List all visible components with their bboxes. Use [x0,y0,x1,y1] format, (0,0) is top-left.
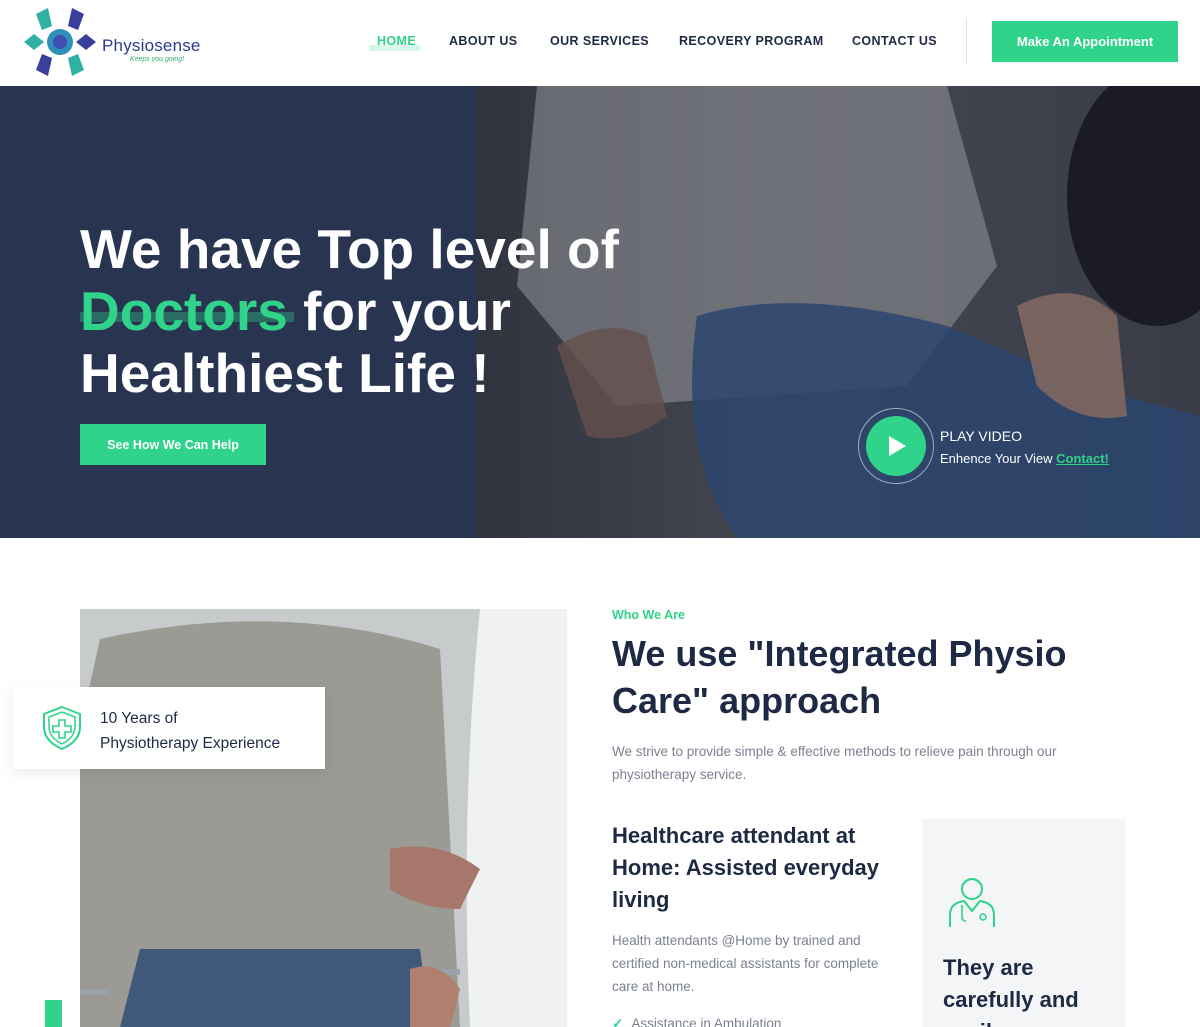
about-title: We use "Integrated Physio Care" approach [612,633,1067,721]
experience-text: 10 Years of Physiotherapy Experience [100,706,320,756]
hero-title-accent: Doctors [80,280,288,342]
logo-mark-icon [24,8,96,76]
nav-item-home[interactable]: HOME [377,34,416,48]
play-video-subtitle: Enhence Your View Contact! [940,451,1109,466]
nav-item-recovery-program[interactable]: RECOVERY PROGRAM [679,34,824,48]
make-appointment-button[interactable]: Make An Appointment [992,21,1178,62]
logo-name: Physiosense [102,36,201,55]
who-we-are-label: Who We Are [612,608,685,622]
feature-card: They are carefully and easily manage [922,819,1125,1027]
about-description: We strive to provide simple & effective … [612,744,1057,782]
nav-divider [966,18,967,64]
shield-plus-icon [43,705,81,751]
nav-item-our-services[interactable]: OUR SERVICES [550,34,649,48]
contact-link[interactable]: Contact! [1056,451,1109,466]
play-icon [889,436,906,456]
check-icon: ✓ [612,1016,624,1027]
decorative-green-bar [45,1000,62,1027]
nav-item-contact-us[interactable]: CONTACT US [852,34,937,48]
hero-title-line1: We have Top level of [80,218,619,280]
site-header: Physiosense Keeps you going! HOME ABOUT … [0,0,1200,86]
experience-card: 10 Years of Physiotherapy Experience [13,687,325,769]
nav-item-about-us[interactable]: ABOUT US [449,34,517,48]
healthcare-list-item-text: Assistance in Ambulation [631,1016,782,1027]
doctor-icon [949,878,995,927]
about-photo-illustration [80,609,567,1027]
play-video-subtitle-text: Enhence Your View [940,451,1057,466]
feature-card-text: They are carefully and easily manage [943,955,1093,1027]
play-video-button[interactable] [866,416,926,476]
experience-line2: Physiotherapy Experience [100,735,281,752]
healthcare-list-item: ✓ Assistance in Ambulation [612,1016,781,1027]
healthcare-description: Health attendants @Home by trained and c… [612,933,879,994]
hero-section: We have Top level of Doctors for your He… [0,86,1200,538]
see-how-we-can-help-button[interactable]: See How We Can Help [80,424,266,465]
hero-title-line2: for your [287,280,511,342]
play-video-label: PLAY VIDEO [940,428,1022,444]
logo-tagline: Keeps you going! [130,56,185,63]
site-logo[interactable]: Physiosense Keeps you going! [22,4,200,80]
about-image [80,609,567,1027]
experience-line1: 10 Years of [100,710,178,727]
healthcare-title: Healthcare attendant at Home: Assisted e… [612,823,879,912]
hero-title: We have Top level of Doctors for your He… [80,218,700,404]
hero-title-line3: Healthiest Life ! [80,342,490,404]
